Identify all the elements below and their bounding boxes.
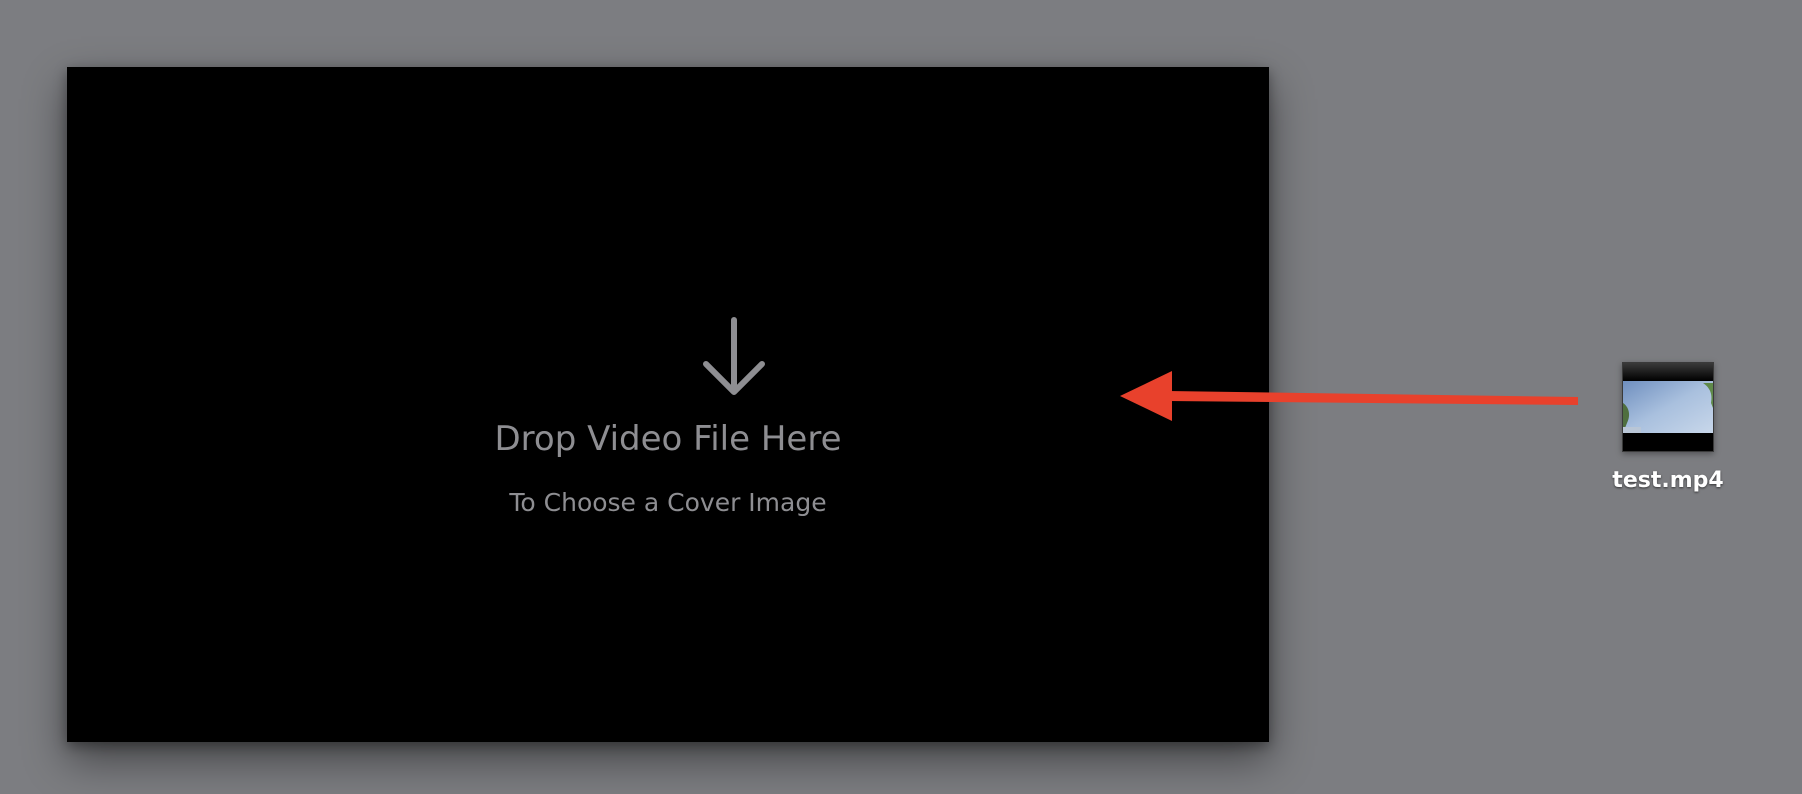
drop-title: Drop Video File Here [494, 419, 842, 459]
drop-zone[interactable]: Drop Video File Here To Choose a Cover I… [67, 67, 1269, 742]
desktop-file-item[interactable]: test.mp4 [1600, 360, 1736, 500]
down-arrow-icon [703, 317, 765, 395]
drop-subtitle: To Choose a Cover Image [509, 488, 827, 517]
drop-zone-window[interactable]: Drop Video File Here To Choose a Cover I… [67, 67, 1269, 742]
file-name-label: test.mp4 [1612, 468, 1724, 493]
video-file-thumbnail[interactable] [1622, 362, 1714, 452]
left-arrow-icon [1120, 371, 1578, 421]
